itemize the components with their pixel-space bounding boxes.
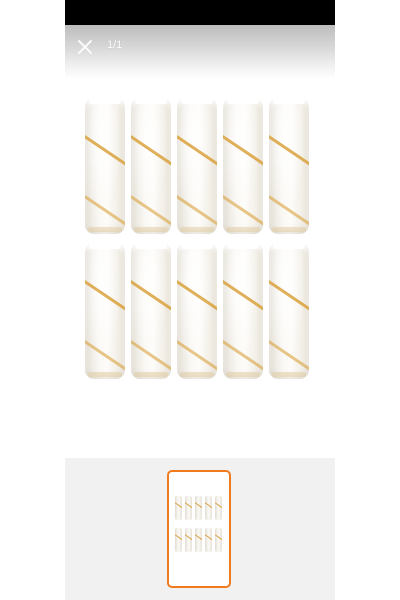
roller-cover [177,243,217,379]
roller-cover [85,98,125,234]
thumbnail-roller [215,496,222,520]
viewer-header: 1/1 [65,25,335,80]
roller-cover [223,98,263,234]
thumbnail-roller [185,528,192,552]
close-button[interactable] [75,37,95,57]
thumbnail-roller [175,528,182,552]
thumbnail-roller [215,528,222,552]
thumbnail-roller [205,496,212,520]
roller-cover [223,243,263,379]
status-bar [65,0,335,25]
roller-cover [269,243,309,379]
thumbnail-selected[interactable] [167,470,231,588]
thumbnail-roller [195,496,202,520]
thumbnail-strip [65,458,335,600]
roller-cover [85,243,125,379]
image-viewer: 1/1 [65,0,335,600]
roller-cover [131,98,171,234]
thumbnail-roller [185,496,192,520]
roller-grid [85,98,317,388]
product-image[interactable] [65,80,335,458]
thumbnail-roller [175,496,182,520]
close-icon [78,40,92,54]
page-counter: 1/1 [107,39,123,51]
thumbnail-roller [195,528,202,552]
thumbnail-roller [205,528,212,552]
roller-cover [177,98,217,234]
roller-cover [269,98,309,234]
roller-cover [131,243,171,379]
